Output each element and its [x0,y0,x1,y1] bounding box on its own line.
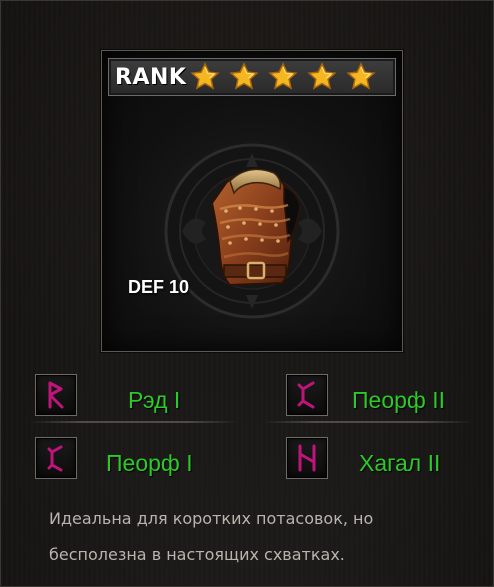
rank-bar: RANK [108,58,396,96]
rune-r-icon [48,381,64,409]
star-icon [307,62,338,90]
description-line: бесполезна в настоящих схватках. [49,545,345,564]
item-description: Идеальна для коротких потасовок, но бесп… [49,501,449,573]
rune-slot[interactable] [286,374,328,416]
rune-hagal-icon [298,444,316,472]
star-icon [268,62,299,90]
rune-slot[interactable] [286,437,328,479]
item-card: RANK DEF 10 [101,50,403,352]
rune-slot[interactable] [35,437,77,479]
leather-armor-icon [210,168,301,287]
divider [263,421,473,423]
item-tooltip-panel: RANK DEF 10 Рэд I Пеорф II Пеорф I Хагал… [0,0,494,587]
rune-name: Пеорф I [106,450,193,476]
rune-name: Пеорф II [352,387,445,413]
star-icon [346,62,377,90]
rank-stars [190,62,377,92]
rune-peorth-icon [297,381,315,409]
divider [29,421,239,423]
rune-slot[interactable] [35,374,77,416]
rune-name: Рэд I [128,387,181,413]
rune-name: Хагал II [359,450,441,476]
rune-peorth-icon [47,445,63,472]
rank-label: RANK [115,64,187,90]
star-icon [229,62,260,90]
star-icon [190,62,221,90]
defense-stat: DEF 10 [128,277,190,297]
description-line: Идеальна для коротких потасовок, но [49,509,374,528]
